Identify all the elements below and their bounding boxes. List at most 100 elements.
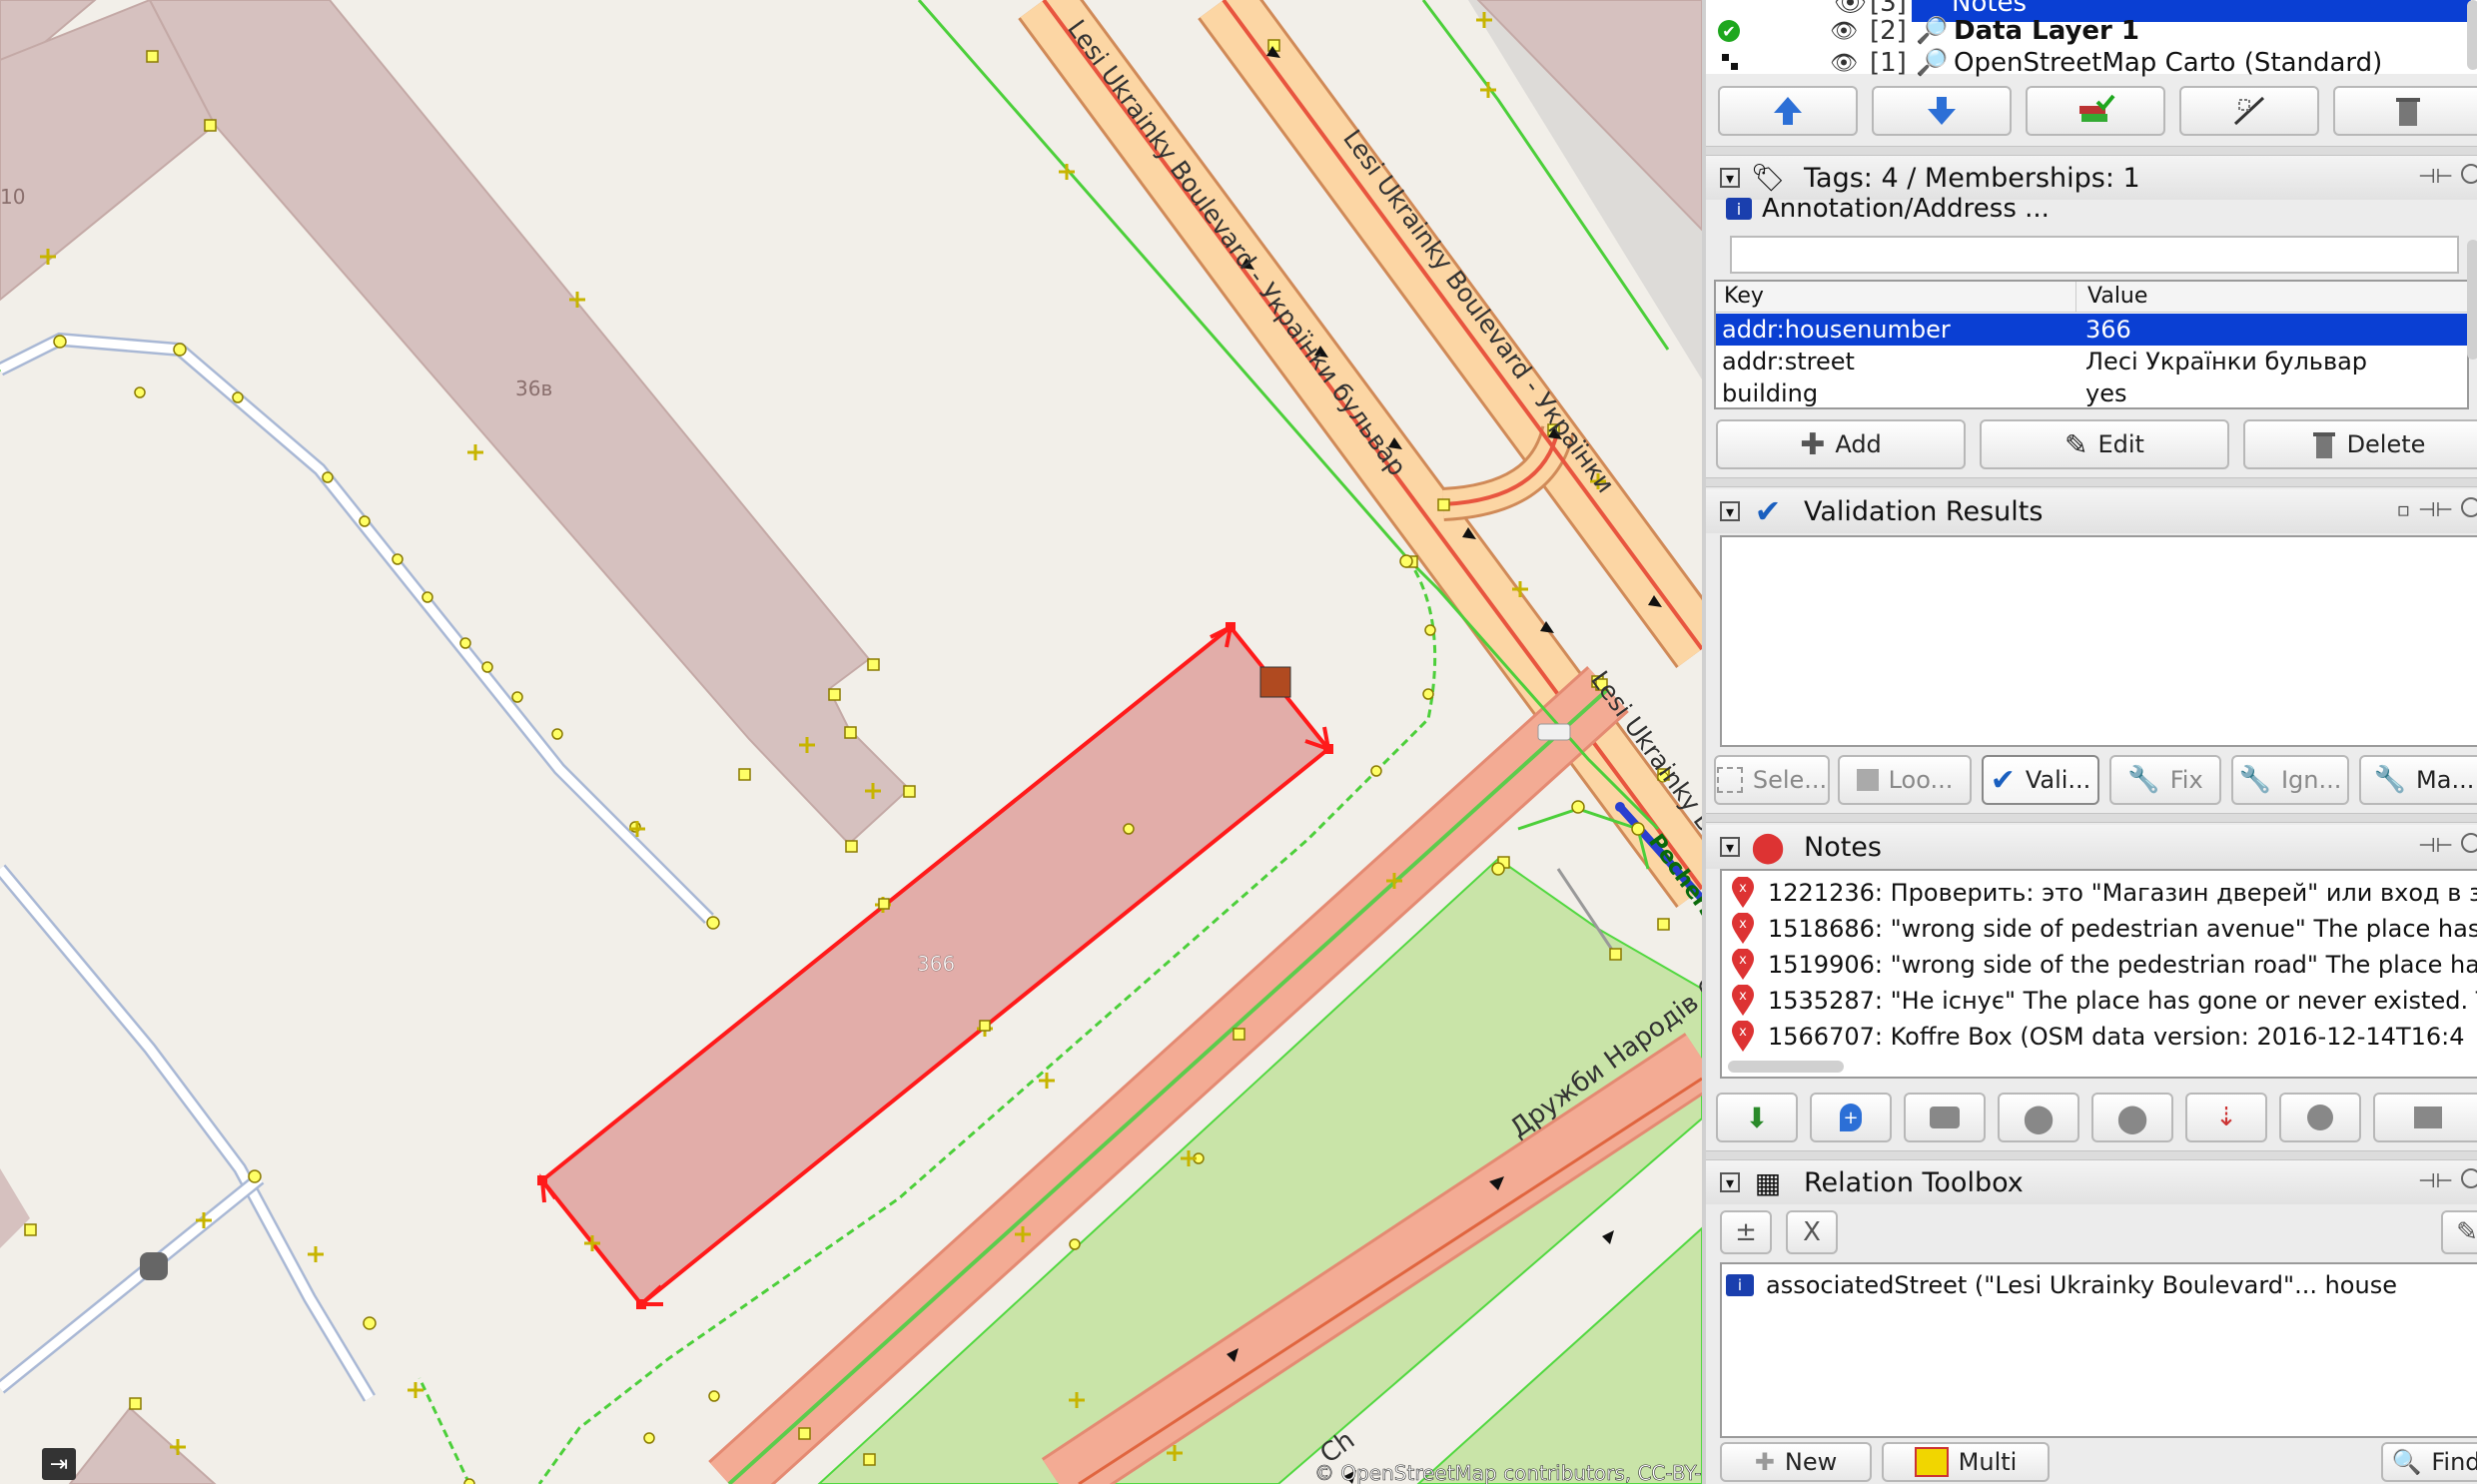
validate-button[interactable]: ✔ Vali... [1982, 755, 2099, 805]
tag-row[interactable]: addr:housenumber 366 [1716, 314, 2467, 346]
edit-relation-button[interactable]: ✎ [2441, 1210, 2477, 1254]
add-tag-button[interactable]: ✚ Add [1716, 419, 1966, 469]
add-remove-member-button[interactable]: ± [1720, 1210, 1772, 1254]
panel-controls[interactable]: ▫ ⊣⊢ [2397, 497, 2477, 521]
collapse-toggle[interactable]: ▾ [1720, 837, 1740, 857]
relation-text: associatedStreet ("Lesi Ukrainky Bouleva… [1766, 1271, 2397, 1299]
upload-notes-button[interactable] [2373, 1093, 2477, 1142]
select-button[interactable]: Sele... [1714, 755, 1830, 805]
list-item[interactable]: x 1518686: "wrong side of pedestrian aven… [1722, 911, 2477, 947]
eye-icon[interactable]: 👁 [1830, 51, 1858, 76]
layer-row-osm[interactable]: 👁 [1] 🔎 OpenStreetMap Carto (Standard) [1706, 46, 2477, 80]
collapse-toggle[interactable]: ▾ [1720, 501, 1740, 521]
new-note-button[interactable]: + [1810, 1093, 1892, 1142]
new-relation-button[interactable]: ✚ New [1720, 1442, 1872, 1482]
note-pin-icon: ⬤ [1751, 829, 1785, 865]
comment-icon [1930, 1107, 1960, 1128]
relation-list[interactable]: i associatedStreet ("Lesi Ukrainky Boule… [1720, 1262, 2477, 1438]
notes-h-scrollbar[interactable] [1728, 1061, 1844, 1073]
add-remove-icon: ± [1735, 1217, 1757, 1247]
reopen-note-button[interactable]: ⬤ [2091, 1093, 2173, 1142]
find-relation-button[interactable]: 🔍 Find [2381, 1442, 2477, 1482]
layer-scrollbar[interactable] [2467, 0, 2477, 70]
validate-check-icon: ✔ [1990, 762, 2016, 798]
panel-controls[interactable]: ⊣⊢ [2418, 833, 2477, 857]
tag-row[interactable]: building yes [1716, 377, 2467, 409]
notes-list[interactable]: x 1221236: Проверить: это "Магазин дверей… [1720, 869, 2477, 1079]
trash-icon [2312, 432, 2335, 458]
wrench-icon: 🔧 [2127, 765, 2160, 795]
panel-controls[interactable]: ⊣⊢ [2418, 164, 2477, 188]
ignore-button[interactable]: 🔧 Ign... [2231, 755, 2349, 805]
multipolygon-button[interactable]: Multi [1882, 1442, 2050, 1482]
tags-scrollbar[interactable] [2467, 240, 2477, 360]
panel-controls[interactable]: ⊣⊢ [2418, 1168, 2477, 1192]
select-label: Sele... [1752, 766, 1828, 794]
notes-toolbar: ⬇ + ⬤ ⬤ ⇣ [1706, 1089, 2477, 1144]
settings-icon: ▫ [2396, 497, 2411, 521]
map-view[interactable]: Lesi Ukrainky Boulevard - Українки бульв… [0, 0, 1702, 1484]
active-check-icon: ✔ [1718, 20, 1740, 42]
validation-results-list[interactable] [1720, 535, 2477, 747]
pin-icon: ⊣⊢ [2418, 164, 2453, 188]
tag-filter-input[interactable] [1730, 236, 2459, 274]
layer-row-data[interactable]: ✔ 👁 [2] 🔎 Data Layer 1 [1706, 14, 2477, 48]
activate-layer-button[interactable] [2026, 86, 2165, 136]
collapse-toggle[interactable]: ▾ [1720, 1172, 1740, 1192]
preset-line[interactable]: i Annotation/Address ... [1726, 194, 2050, 224]
value-header[interactable]: Value [2087, 284, 2147, 309]
delete-tag-button[interactable]: Delete [2243, 419, 2477, 469]
note-text: 1566707: Koffre Box (OSM data version: 2… [1768, 1023, 2465, 1051]
close-panel-icon [2461, 164, 2477, 184]
tag-key: building [1722, 379, 1819, 407]
download-notes-button[interactable]: ⬇ [1716, 1093, 1798, 1142]
validation-toolbar: Sele... Loo... ✔ Vali... 🔧 Fix 🔧 Ign... 🔧 Ma… [1706, 753, 2477, 809]
move-up-button[interactable] [1718, 86, 1858, 136]
map-canvas[interactable]: Lesi Ukrainky Boulevard - Українки бульв… [0, 0, 1702, 1484]
close-panel-icon [2461, 833, 2477, 853]
tag-table[interactable]: Key Value addr:housenumber 366 addr:stre… [1714, 280, 2469, 409]
validation-check-icon: ✔ [1754, 492, 1782, 530]
move-down-button[interactable] [1872, 86, 2012, 136]
fix-label: Fix [2169, 766, 2203, 794]
fix-button[interactable]: 🔧 Fix [2109, 755, 2221, 805]
layer-data-icon: 🔎 [1916, 16, 1949, 46]
list-item[interactable]: x 1535287: "Не існує" The place has gone … [1722, 983, 2477, 1019]
relation-toolbox-header[interactable]: ▾ ▦ Relation Toolbox ⊣⊢ [1706, 1160, 2477, 1204]
footway-bottom[interactable] [417, 1377, 471, 1484]
comment-button[interactable] [1904, 1093, 1986, 1142]
map-marker-dark[interactable] [140, 1252, 168, 1280]
eye-icon[interactable]: 👁 [1830, 19, 1858, 44]
panel-divider [1706, 146, 2477, 156]
blue-node[interactable] [1615, 802, 1625, 812]
key-header[interactable]: Key [1724, 284, 1764, 309]
building-left-edge [0, 1168, 30, 1248]
lookup-button[interactable]: Loo... [1838, 755, 1972, 805]
list-item[interactable]: x 1519906: "wrong side of the pedestrian … [1722, 947, 2477, 983]
validation-header[interactable]: ▾ ✔ Validation Results ▫ ⊣⊢ [1706, 489, 2477, 533]
list-item[interactable]: x 1566707: Koffre Box (OSM data version: … [1722, 1019, 2477, 1055]
sort-notes-button[interactable]: ⇣ [2185, 1093, 2267, 1142]
show-hide-button[interactable] [2179, 86, 2319, 136]
delete-layer-button[interactable] [2333, 86, 2477, 136]
collapse-toggle[interactable]: ▾ [1720, 168, 1740, 188]
panel-divider [1706, 477, 2477, 487]
ignore-label: Ign... [2280, 766, 2342, 794]
validate-label: Vali... [2025, 766, 2091, 794]
notes-header[interactable]: ▾ ⬤ Notes ⊣⊢ [1706, 825, 2477, 869]
close-note-button[interactable]: ⬤ [1998, 1093, 2079, 1142]
map-corner-button[interactable]: ⇥ [42, 1448, 76, 1480]
tags-title: Tags: 4 / Memberships: 1 [1804, 162, 2140, 194]
tag-icon: 🏷 [1750, 163, 1786, 194]
tag-row[interactable]: addr:street Лесі Українки бульвар [1716, 346, 2467, 377]
building-366-poi-icon[interactable] [1259, 666, 1291, 698]
path-left2-outline [0, 864, 377, 1402]
edit-tag-button[interactable]: ✎ Edit [1980, 419, 2229, 469]
list-item[interactable]: i associatedStreet ("Lesi Ukrainky Boule… [1726, 1268, 2397, 1302]
manage-button[interactable]: 🔧 Ma... [2359, 755, 2477, 805]
note-filter-button[interactable] [2279, 1093, 2361, 1142]
remove-member-button[interactable]: X [1786, 1210, 1838, 1254]
note-text: 1518686: "wrong side of pedestrian avenu… [1768, 915, 2477, 943]
list-item[interactable]: x 1221236: Проверить: это "Магазин дверей… [1722, 875, 2477, 911]
edit-label: Edit [2097, 430, 2144, 458]
